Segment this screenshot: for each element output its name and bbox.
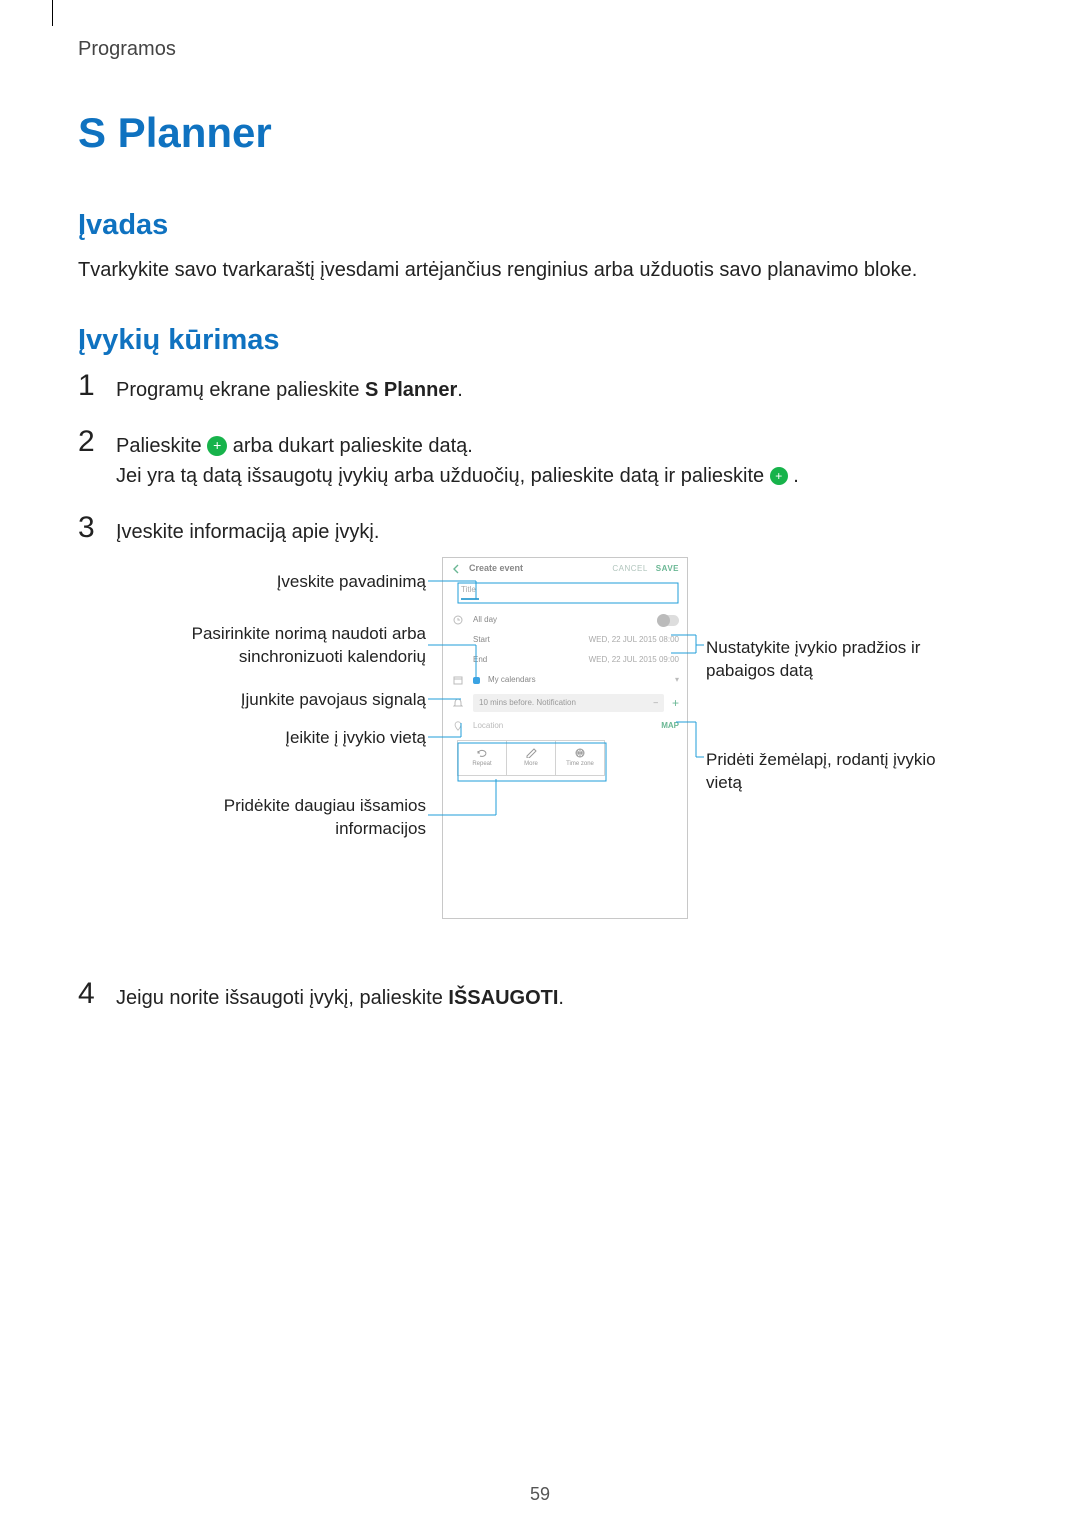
step-text: arba dukart palieskite datą. bbox=[233, 435, 473, 457]
step-1: 1 Programų ekrane palieskite S Planner. bbox=[78, 371, 1002, 405]
phone-mycalendars-label: My calendars bbox=[488, 674, 667, 686]
intro-text: Tvarkykite savo tvarkaraštį įvesdami art… bbox=[78, 256, 1002, 284]
phone-end-label: End bbox=[473, 654, 581, 666]
calendar-icon bbox=[451, 675, 465, 685]
bell-icon bbox=[451, 698, 465, 708]
phone-location-label: Location bbox=[473, 720, 653, 732]
callout-title: Įveskite pavadinimą bbox=[176, 571, 426, 594]
callout-location: Įeikite į įvykio vietą bbox=[176, 727, 426, 750]
step-body: Palieskite + arba dukart palieskite datą… bbox=[116, 427, 1002, 491]
pin-icon bbox=[451, 721, 465, 731]
plus-icon: + bbox=[770, 467, 788, 485]
page-number: 59 bbox=[0, 1484, 1080, 1505]
breadcrumb: Programos bbox=[78, 38, 1002, 61]
phone-row-allday: All day bbox=[443, 610, 687, 630]
phone-tab-timezone: Time zone bbox=[555, 741, 604, 775]
phone-map-label: MAP bbox=[661, 720, 679, 732]
phone-row-end: End WED, 22 JUL 2015 09:00 bbox=[443, 650, 687, 670]
plus-icon: + bbox=[672, 694, 679, 712]
step-text: Palieskite bbox=[116, 435, 207, 457]
phone-topbar: Create event CANCEL SAVE bbox=[443, 558, 687, 580]
phone-title-input: Title bbox=[461, 580, 669, 604]
page-title: S Planner bbox=[78, 109, 1002, 157]
page: Programos S Planner Įvadas Tvarkykite sa… bbox=[0, 0, 1080, 1013]
step-body: Jeigu norite išsaugoti įvykį, palieskite… bbox=[116, 979, 1002, 1013]
step-text: . bbox=[793, 465, 799, 487]
step-number: 1 bbox=[78, 371, 100, 405]
edit-icon bbox=[525, 748, 537, 758]
steps-list: 1 Programų ekrane palieskite S Planner. … bbox=[78, 371, 1002, 1013]
calendar-color-chip bbox=[473, 677, 480, 684]
callout-alarm: Įjunkite pavojaus signalą bbox=[176, 689, 426, 712]
callout-calendar: Pasirinkite norimą naudoti arba sinchron… bbox=[176, 623, 426, 669]
callout-dates: Nustatykite įvykio pradžios ir pabaigos … bbox=[706, 637, 966, 683]
phone-tab-repeat: Repeat bbox=[458, 741, 506, 775]
callout-map: Pridėti žemėlapį, rodantį įvykio vietą bbox=[706, 749, 966, 795]
section-heading-events: Įvykių kūrimas bbox=[78, 324, 1002, 357]
phone-create-label: Create event bbox=[469, 562, 604, 576]
phone-title-placeholder: Title bbox=[461, 585, 476, 594]
repeat-icon bbox=[476, 748, 488, 758]
phone-row-calendar: My calendars ▾ bbox=[443, 670, 687, 690]
phone-tab-more: More bbox=[506, 741, 555, 775]
callout-more: Pridėkite daugiau išsamios informacijos bbox=[176, 795, 426, 841]
section-heading-intro: Įvadas bbox=[78, 209, 1002, 242]
phone-row-start: Start WED, 22 JUL 2015 08:00 bbox=[443, 630, 687, 650]
phone-start-value: WED, 22 JUL 2015 08:00 bbox=[589, 634, 679, 646]
phone-tab-label: Time zone bbox=[566, 760, 594, 769]
phone-tab-label: Repeat bbox=[472, 760, 491, 769]
step-text: Jeigu norite išsaugoti įvykį, palieskite bbox=[116, 987, 448, 1009]
step-text: . bbox=[558, 987, 564, 1009]
step-text: Jei yra tą datą išsaugotų įvykių arba už… bbox=[116, 465, 770, 487]
phone-cancel-label: CANCEL bbox=[612, 563, 647, 575]
phone-allday-label: All day bbox=[473, 614, 649, 626]
step-text: Programų ekrane palieskite bbox=[116, 379, 365, 401]
step-text: . bbox=[457, 379, 463, 401]
step-text: Įveskite informaciją apie įvykį. bbox=[116, 521, 379, 543]
diagram: Create event CANCEL SAVE Title bbox=[176, 557, 976, 957]
step-4: 4 Jeigu norite išsaugoti įvykį, palieski… bbox=[78, 979, 1002, 1013]
phone-start-label: Start bbox=[473, 634, 581, 646]
phone-row-location: Location MAP bbox=[443, 716, 687, 736]
step-body: Programų ekrane palieskite S Planner. bbox=[116, 371, 1002, 405]
phone-save-label: SAVE bbox=[656, 563, 679, 575]
phone-tabbar: Repeat More Time zone bbox=[457, 740, 605, 776]
step-number: 3 bbox=[78, 513, 100, 957]
step-number: 4 bbox=[78, 979, 100, 1013]
phone-end-value: WED, 22 JUL 2015 09:00 bbox=[589, 654, 679, 666]
chevron-down-icon: ▾ bbox=[675, 674, 679, 686]
phone-row-notification: 10 mins before. Notification – + bbox=[443, 690, 687, 716]
plus-icon: + bbox=[207, 436, 227, 456]
phone-notif-pill: 10 mins before. Notification – bbox=[473, 694, 664, 712]
step-2: 2 Palieskite + arba dukart palieskite da… bbox=[78, 427, 1002, 491]
toggle-icon bbox=[657, 615, 679, 626]
chevron-left-icon bbox=[451, 564, 461, 574]
phone-mockup: Create event CANCEL SAVE Title bbox=[442, 557, 688, 919]
globe-icon bbox=[574, 748, 586, 758]
phone-tab-label: More bbox=[524, 760, 538, 769]
step-bold: IŠSAUGOTI bbox=[448, 987, 558, 1009]
phone-notif-text: 10 mins before. Notification bbox=[479, 697, 576, 709]
step-number: 2 bbox=[78, 427, 100, 491]
step-body: Įveskite informaciją apie įvykį. Create … bbox=[116, 513, 1002, 957]
step-3: 3 Įveskite informaciją apie įvykį. Creat… bbox=[78, 513, 1002, 957]
left-rule bbox=[52, 0, 53, 26]
minus-icon: – bbox=[654, 697, 658, 709]
step-bold: S Planner bbox=[365, 379, 457, 401]
clock-icon bbox=[451, 615, 465, 625]
